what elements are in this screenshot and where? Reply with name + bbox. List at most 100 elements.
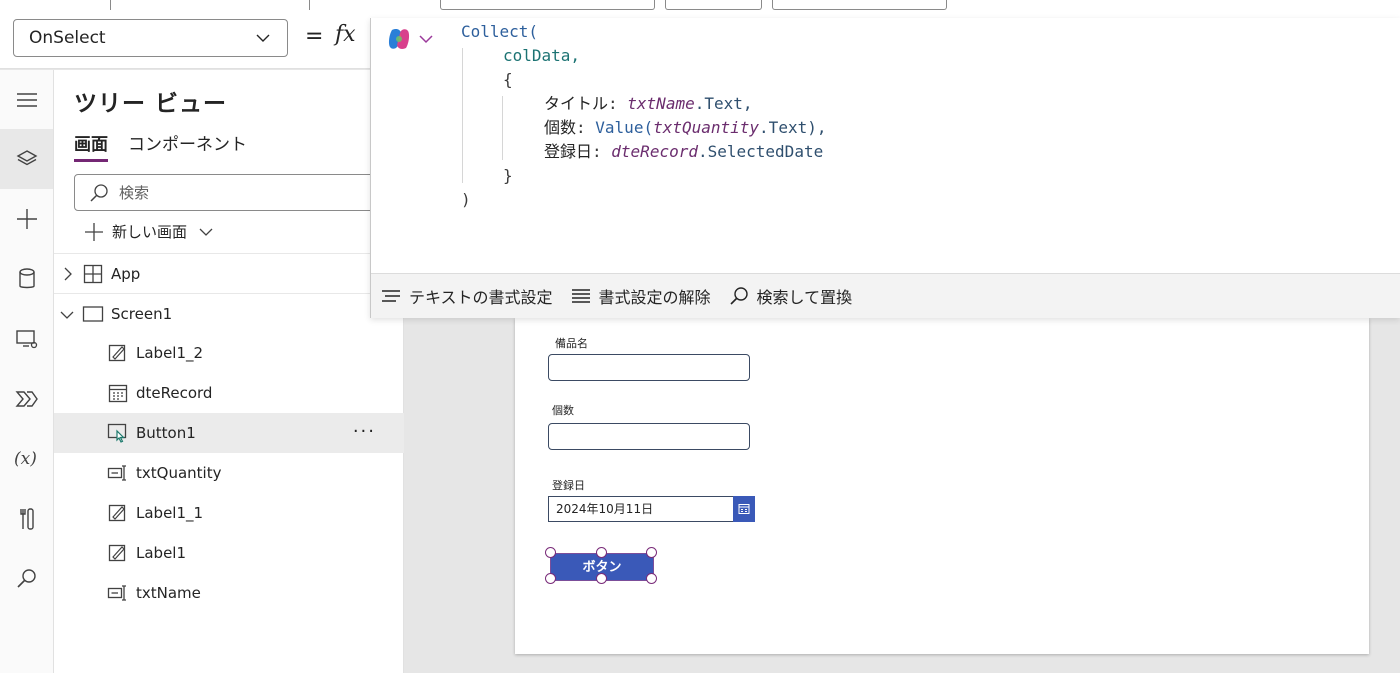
format-text-icon	[382, 290, 400, 302]
find-replace-button[interactable]: 検索して置換	[729, 284, 853, 308]
date-picker-value: 2024年10月11日	[556, 502, 654, 516]
variables-icon: (x)	[14, 449, 37, 469]
tree-node-txtquantity[interactable]: txtQuantity	[54, 453, 404, 493]
quantity-label[interactable]: 個数	[552, 402, 574, 418]
tree-node-label: Label1_1	[136, 504, 204, 522]
tree-search-box[interactable]	[74, 174, 414, 211]
format-text-label: テキストの書式設定	[409, 288, 553, 307]
insert-button[interactable]	[0, 189, 53, 249]
resize-handle[interactable]	[545, 547, 556, 558]
property-dropdown[interactable]: OnSelect	[13, 19, 288, 57]
code-token: .SelectedDate	[697, 142, 824, 161]
resize-handle[interactable]	[545, 573, 556, 584]
toolbar-dropdown-fragment[interactable]	[440, 0, 655, 10]
code-line: {	[461, 68, 826, 92]
tree-node-txtname[interactable]: txtName	[54, 573, 404, 613]
chevron-right-icon[interactable]	[62, 267, 74, 281]
more-options-button[interactable]: ···	[353, 421, 376, 442]
variables-button[interactable]: (x)	[0, 429, 53, 489]
tree-search-input[interactable]	[119, 183, 379, 202]
tree-node-label: Button1	[136, 424, 196, 442]
button-icon	[107, 422, 129, 444]
plus-icon	[85, 222, 103, 241]
media-button[interactable]	[0, 309, 53, 369]
chevron-down-icon	[256, 34, 270, 42]
code-token: }	[503, 166, 513, 185]
code-line: 登録日: dteRecord.SelectedDate	[544, 142, 824, 161]
code-token: Value(	[595, 118, 654, 137]
search-button[interactable]	[0, 549, 53, 609]
item-name-label[interactable]: 備品名	[555, 335, 588, 351]
remove-format-icon	[571, 289, 590, 303]
tree-node-button1[interactable]: Button1 ···	[54, 413, 404, 453]
copilot-icon	[388, 29, 410, 49]
tab-components[interactable]: コンポーネント	[128, 130, 247, 162]
code-token: Collect(	[461, 22, 539, 41]
search-icon	[90, 183, 108, 202]
date-picker[interactable]: 2024年10月11日	[548, 496, 755, 522]
code-token: txtName	[627, 94, 695, 113]
formula-code[interactable]: Collect( colData, { タイトル: txtName.Text, …	[461, 20, 826, 212]
hamburger-icon	[16, 93, 37, 107]
code-token: {	[503, 70, 513, 89]
app-screen[interactable]: 備品名 個数 登録日 2024年10月11日 ボタン	[515, 318, 1369, 654]
tree-tabs: 画面 コンポーネント	[74, 130, 247, 162]
power-automate-button[interactable]	[0, 369, 53, 429]
top-toolbar-strip	[0, 0, 1400, 10]
formula-editor[interactable]: Collect( colData, { タイトル: txtName.Text, …	[370, 18, 1400, 318]
resize-handle[interactable]	[596, 547, 607, 558]
text-input-icon	[107, 582, 129, 604]
left-nav-rail: (x)	[0, 70, 54, 673]
hamburger-menu-button[interactable]	[0, 70, 53, 130]
copilot-button[interactable]	[386, 27, 434, 51]
database-icon	[18, 268, 35, 289]
resize-handle[interactable]	[646, 547, 657, 558]
remove-formatting-button[interactable]: 書式設定の解除	[571, 284, 711, 308]
new-screen-button[interactable]: 新しい画面	[84, 221, 213, 242]
item-name-input[interactable]	[548, 354, 750, 381]
remove-formatting-label: 書式設定の解除	[598, 288, 711, 307]
label-icon	[107, 542, 129, 564]
code-token: .Text,	[694, 94, 753, 113]
fx-icon[interactable]: fx	[335, 22, 356, 47]
tree-node-label1-1[interactable]: Label1_1	[54, 493, 404, 533]
data-button[interactable]	[0, 249, 53, 309]
tab-screens[interactable]: 画面	[74, 130, 108, 162]
tree-node-label: txtQuantity	[136, 464, 222, 482]
toolbar-dropdown-fragment[interactable]	[772, 0, 947, 10]
tree-node-app[interactable]: App	[54, 253, 404, 293]
date-picker-button[interactable]	[733, 496, 755, 522]
advanced-tools-button[interactable]	[0, 489, 53, 549]
formula-editor-toolbar: テキストの書式設定 書式設定の解除 検索して置換	[371, 273, 1400, 318]
resize-handle[interactable]	[596, 573, 607, 584]
chevron-down-icon[interactable]	[60, 309, 74, 321]
code-token: )	[461, 190, 471, 209]
toolbar-dropdown-fragment[interactable]	[665, 0, 762, 10]
tree-node-label: Screen1	[111, 304, 173, 323]
text-input-icon	[107, 462, 129, 484]
media-icon	[15, 330, 37, 349]
calendar-icon	[107, 382, 129, 404]
code-token: dteRecord	[611, 142, 698, 161]
tree-node-screen1[interactable]: Screen1	[54, 293, 404, 333]
code-line: }	[461, 164, 826, 188]
tree-view-button[interactable]	[0, 129, 53, 189]
code-line: )	[461, 188, 826, 212]
chevron-down-icon	[419, 35, 433, 44]
tree-view-title: ツリー ビュー	[74, 91, 228, 117]
date-label[interactable]: 登録日	[552, 477, 585, 493]
code-line: タイトル: txtName.Text,	[544, 94, 753, 113]
tree-node-label1-2[interactable]: Label1_2	[54, 333, 404, 373]
property-dropdown-value: OnSelect	[29, 28, 106, 48]
quantity-input[interactable]	[548, 423, 750, 450]
code-token: colData,	[503, 46, 581, 65]
resize-handle[interactable]	[646, 573, 657, 584]
equals-sign: =	[305, 24, 324, 49]
toolbar-fragment	[110, 0, 310, 10]
format-text-button[interactable]: テキストの書式設定	[381, 284, 553, 308]
tree-node-dterecord[interactable]: dteRecord	[54, 373, 404, 413]
plus-icon	[16, 209, 37, 229]
find-replace-label: 検索して置換	[756, 288, 853, 307]
tree-node-label1[interactable]: Label1	[54, 533, 404, 573]
tree-view-panel: ツリー ビュー 画面 コンポーネント 新しい画面 App Screen1 Lab…	[54, 70, 414, 673]
